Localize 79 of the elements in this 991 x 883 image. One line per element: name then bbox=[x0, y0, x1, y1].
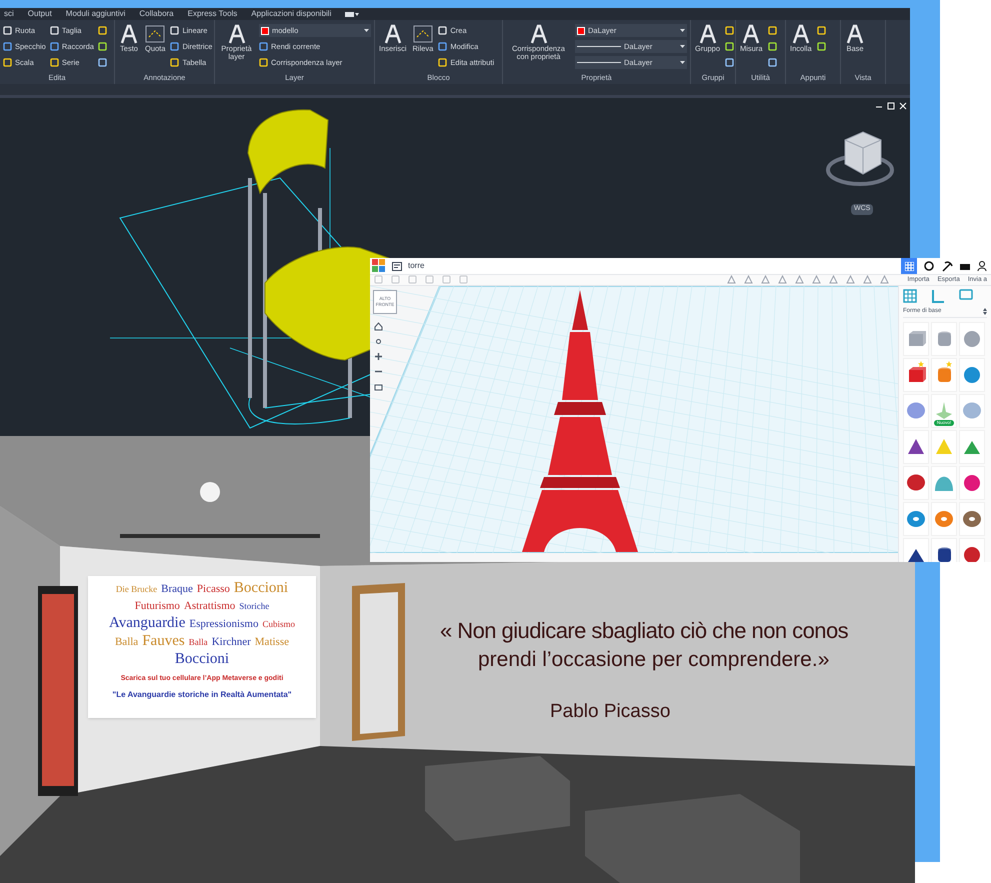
ribbon-tab[interactable]: Moduli aggiuntivi bbox=[66, 10, 126, 18]
document-title[interactable]: torre bbox=[408, 260, 895, 272]
zoom-in-icon[interactable] bbox=[374, 352, 383, 361]
shape-tile[interactable] bbox=[903, 322, 929, 356]
window-controls-icon bbox=[874, 102, 908, 110]
app-logo-icon bbox=[372, 259, 386, 273]
cloud-word: Boccioni bbox=[174, 653, 230, 666]
cloud-word: Storiche bbox=[239, 600, 270, 613]
shape-tile[interactable] bbox=[903, 502, 929, 536]
ribbon-tab[interactable]: sci bbox=[4, 10, 14, 18]
shape-tile[interactable] bbox=[959, 466, 985, 500]
tool-icon bbox=[741, 23, 762, 44]
cloud-word: Fauves bbox=[142, 635, 185, 648]
cloud-word: Matisse bbox=[254, 636, 290, 649]
shape-tile[interactable] bbox=[959, 430, 985, 464]
note-icon bbox=[959, 288, 973, 303]
grid-view-button[interactable] bbox=[901, 258, 917, 274]
cloud-word: Kirchner bbox=[212, 636, 251, 649]
shape-tile[interactable] bbox=[931, 430, 957, 464]
cloud-word: Futurismo bbox=[134, 600, 180, 613]
corner-icon bbox=[931, 288, 945, 303]
ortho-icon[interactable] bbox=[374, 382, 383, 391]
shape-tile[interactable] bbox=[931, 322, 957, 356]
shape-tile[interactable] bbox=[903, 466, 929, 500]
caret-icon bbox=[680, 45, 685, 48]
wall-quote-author: Pablo Picasso bbox=[550, 700, 670, 724]
linetype-icon bbox=[577, 61, 621, 64]
shape-tile[interactable] bbox=[959, 358, 985, 392]
shape-tile[interactable] bbox=[903, 538, 929, 562]
tool-icon bbox=[226, 23, 246, 44]
caret-icon bbox=[680, 29, 685, 32]
caret-icon bbox=[364, 29, 369, 32]
shape-tile[interactable] bbox=[959, 538, 985, 562]
ribbon-tab[interactable]: Express Tools bbox=[188, 10, 238, 18]
shape-tile[interactable] bbox=[931, 466, 957, 500]
cloud-word: Balla bbox=[114, 636, 138, 649]
cloud-word: Cubismo bbox=[262, 618, 295, 631]
pickaxe-icon bbox=[941, 260, 953, 272]
home-icon[interactable] bbox=[374, 322, 383, 331]
shape-tile[interactable] bbox=[903, 394, 929, 428]
fit-icon[interactable] bbox=[374, 336, 383, 346]
cloud-word: Astrattismo bbox=[184, 600, 236, 613]
cloud-word: Balla bbox=[188, 636, 208, 649]
wall-quote: prendi l’occasione per comprendere.» bbox=[478, 647, 830, 673]
poster-text: "Le Avanguardie storiche in Realtà Aumentata" bbox=[112, 688, 292, 700]
shape-tile[interactable] bbox=[931, 538, 957, 562]
document-icon bbox=[392, 262, 402, 270]
shape-tile[interactable] bbox=[959, 502, 985, 536]
wall-icon bbox=[903, 288, 917, 303]
linetype-icon bbox=[577, 45, 621, 48]
grid-icon bbox=[904, 262, 914, 270]
wall-quote: « Non giudicare sbagliato ciò che non conos bbox=[440, 617, 848, 645]
shape-tile[interactable] bbox=[931, 358, 957, 392]
cloud-word: Avanguardie bbox=[109, 617, 186, 630]
ribbon-tab[interactable]: Collabora bbox=[139, 10, 174, 18]
cloud-word: Espressionismo bbox=[189, 618, 258, 631]
user-icon bbox=[977, 260, 989, 272]
tool-icon bbox=[412, 23, 433, 44]
caret-icon bbox=[680, 61, 685, 64]
menu-toggle-icon bbox=[345, 10, 360, 18]
caret-icon bbox=[983, 308, 987, 315]
tool-icon bbox=[119, 23, 139, 44]
shape-tile[interactable] bbox=[903, 430, 929, 464]
ribbon-tab[interactable]: Output bbox=[28, 10, 52, 18]
tool-icon bbox=[382, 23, 403, 44]
shape-tile[interactable] bbox=[931, 502, 957, 536]
shape-tile[interactable] bbox=[903, 358, 929, 392]
ribbon-tab[interactable]: Applicazioni disponibili bbox=[251, 10, 332, 18]
tool-icon bbox=[845, 23, 865, 44]
tool-icon bbox=[698, 23, 718, 44]
shape-tile[interactable] bbox=[959, 322, 985, 356]
cloud-word: Die Brucke bbox=[116, 583, 158, 596]
cloud-word: Boccioni bbox=[234, 582, 288, 595]
shape-tile[interactable] bbox=[959, 394, 985, 428]
tool-icon bbox=[528, 23, 548, 44]
tool-icon bbox=[790, 23, 811, 44]
cloud-word: Braque bbox=[161, 583, 193, 596]
tool-icon bbox=[145, 23, 166, 44]
cloud-word: Picasso bbox=[196, 583, 230, 596]
